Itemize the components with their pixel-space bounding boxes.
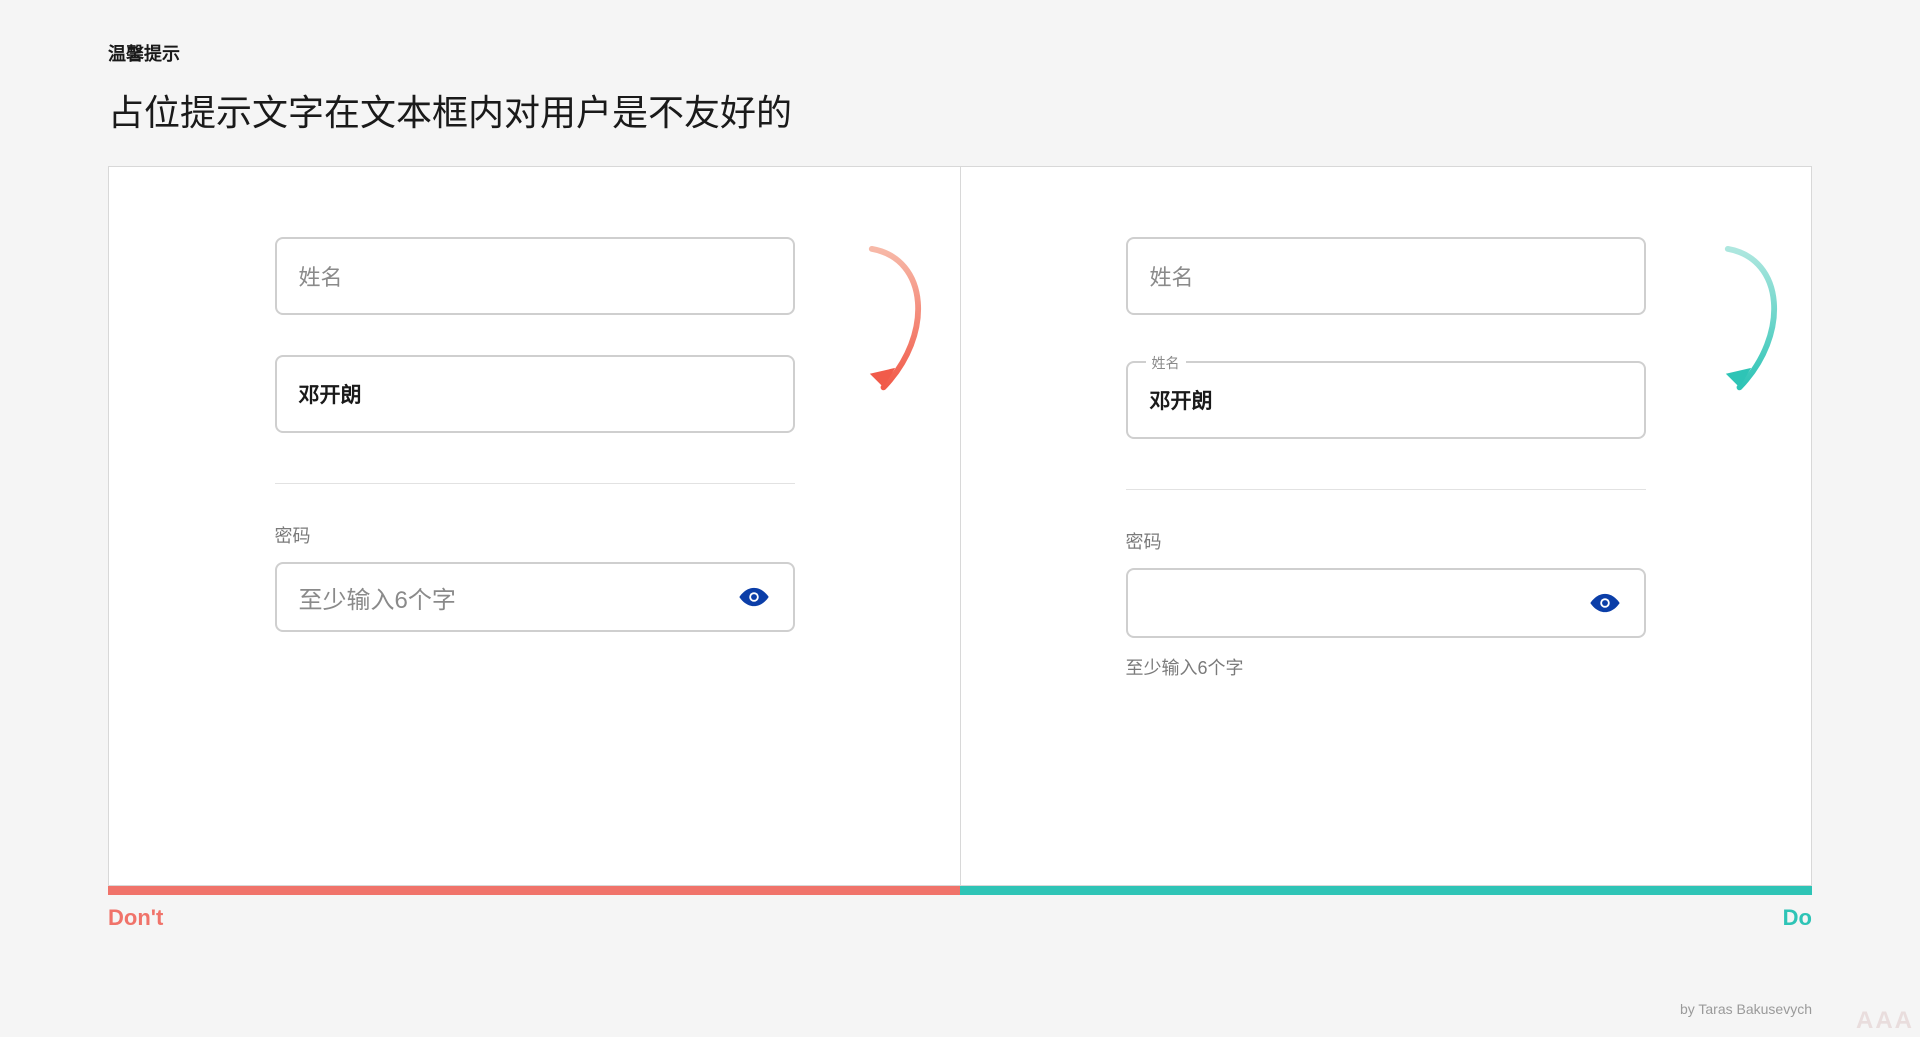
bottom-bars	[108, 885, 1812, 895]
password-label: 密码	[1126, 528, 1646, 554]
arrow-icon	[1720, 239, 1798, 409]
dont-name-input-filled[interactable]: 邓开朗	[275, 355, 795, 433]
input-value: 邓开朗	[299, 379, 362, 409]
dont-password-input[interactable]: 至少输入6个字	[275, 562, 795, 632]
arrow-icon	[864, 239, 942, 409]
dont-name-input-empty[interactable]: 姓名	[275, 237, 795, 315]
dont-caption: Don't	[108, 905, 960, 931]
page-title: 占位提示文字在文本框内对用户是不友好的	[108, 84, 1812, 136]
do-password-input[interactable]	[1126, 568, 1646, 638]
do-name-input-empty[interactable]: 姓名	[1126, 237, 1646, 315]
placeholder-text: 姓名	[1150, 260, 1194, 292]
do-bar	[960, 885, 1812, 895]
password-helper: 至少输入6个字	[1126, 654, 1646, 680]
section-divider	[1126, 489, 1646, 490]
password-label: 密码	[275, 522, 795, 548]
captions-row: Don't Do	[108, 905, 1812, 931]
placeholder-text: 姓名	[299, 260, 343, 292]
dont-panel: 姓名 邓开朗 密码	[109, 167, 960, 885]
dont-bar	[108, 885, 960, 895]
eye-icon[interactable]	[737, 586, 771, 608]
page-root: 温馨提示 占位提示文字在文本框内对用户是不友好的 姓名 邓开朗	[0, 0, 1920, 1037]
watermark: AAA	[1856, 1007, 1914, 1035]
input-value: 邓开朗	[1150, 385, 1213, 415]
floating-label: 姓名	[1146, 353, 1186, 373]
placeholder-text: 至少输入6个字	[299, 580, 456, 615]
do-name-input-filled[interactable]: 姓名 邓开朗	[1126, 361, 1646, 439]
do-caption: Do	[960, 905, 1812, 931]
eye-icon[interactable]	[1588, 592, 1622, 614]
comparison-card: 姓名 邓开朗 密码	[108, 166, 1812, 886]
section-divider	[275, 483, 795, 484]
eyebrow: 温馨提示	[108, 40, 1812, 66]
credit-text: by Taras Bakusevych	[1680, 1001, 1812, 1017]
do-panel: 姓名 姓名 邓开朗 密码	[960, 167, 1811, 885]
